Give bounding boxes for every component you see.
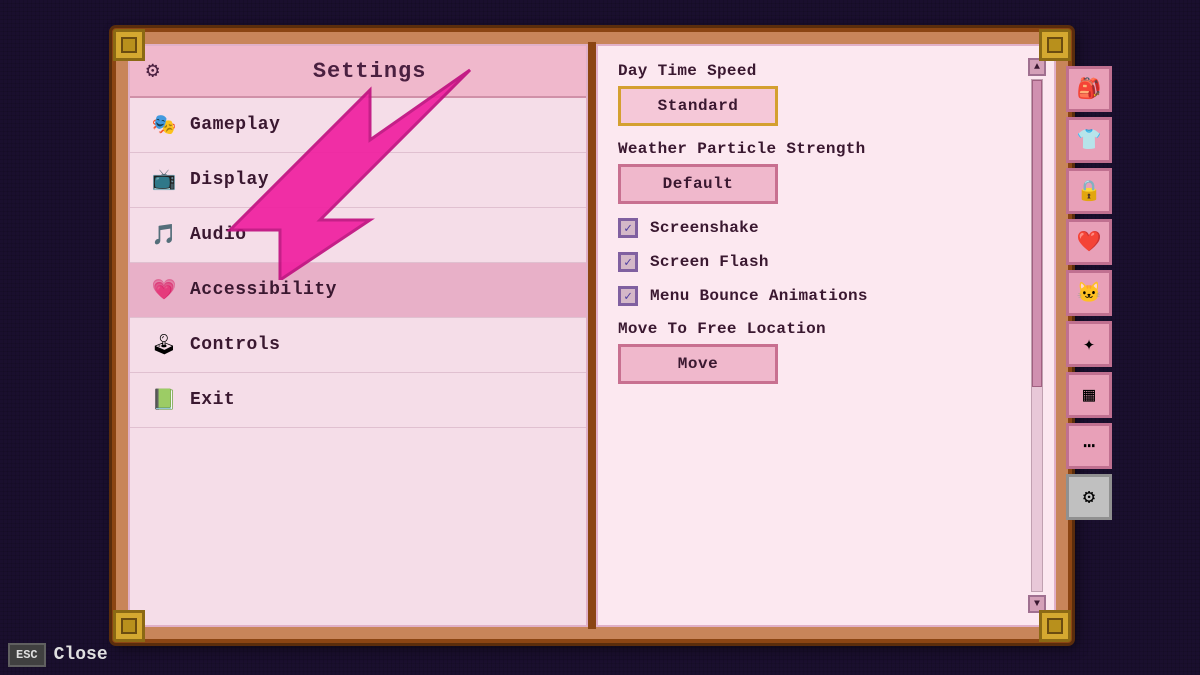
sidebar-icon-shirt[interactable]: 👕 [1066, 117, 1112, 163]
nav-item-display[interactable]: 📺 Display [130, 153, 586, 208]
scrollbar[interactable]: ▲ ▼ [1028, 58, 1046, 613]
esc-close-bar: ESC Close [8, 643, 108, 667]
setting-day-time-speed: Day Time Speed Standard [618, 62, 1034, 126]
checkbox-screenshake[interactable] [618, 218, 638, 238]
label-menu-bounce-animations: Menu Bounce Animations [650, 287, 868, 305]
settings-gear-icon: ⚙ [146, 58, 159, 84]
audio-icon: 🎵 [150, 222, 178, 248]
display-icon: 📺 [150, 167, 178, 193]
nav-list: 🎭 Gameplay 📺 Display 🎵 Audio 💗 Accessibi… [130, 98, 586, 428]
gameplay-label: Gameplay [190, 115, 280, 135]
label-screen-flash: Screen Flash [650, 253, 769, 271]
nav-item-exit[interactable]: 📗 Exit [130, 373, 586, 428]
controls-label: Controls [190, 335, 280, 355]
sidebar-icon-dots[interactable]: ⋯ [1066, 423, 1112, 469]
sidebar-icon-cat[interactable]: 🐱 [1066, 270, 1112, 316]
controls-icon: 🕹 [150, 332, 178, 358]
gameplay-icon: 🎭 [150, 112, 178, 138]
sidebar-icon-sparkle[interactable]: ✦ [1066, 321, 1112, 367]
audio-label: Audio [190, 225, 247, 245]
checkbox-menu-bounce-animations[interactable] [618, 286, 638, 306]
checkbox-screen-flash[interactable] [618, 252, 638, 272]
label-screenshake: Screenshake [650, 219, 759, 237]
nav-item-controls[interactable]: 🕹 Controls [130, 318, 586, 373]
nav-item-audio[interactable]: 🎵 Audio [130, 208, 586, 263]
esc-key[interactable]: ESC [8, 643, 46, 667]
button-day-time-speed[interactable]: Standard [618, 86, 778, 126]
corner-decoration-tl [113, 29, 145, 61]
sidebar-icon-backpack[interactable]: 🎒 [1066, 66, 1112, 112]
exit-label: Exit [190, 390, 235, 410]
scroll-thumb[interactable] [1032, 80, 1042, 387]
setting-screenshake: Screenshake [618, 218, 1034, 238]
nav-item-gameplay[interactable]: 🎭 Gameplay [130, 98, 586, 153]
close-label: Close [54, 645, 108, 665]
corner-decoration-br [1039, 610, 1071, 642]
setting-menu-bounce-animations: Menu Bounce Animations [618, 286, 1034, 306]
sidebar-icon-gear[interactable]: ⚙ [1066, 474, 1112, 520]
sidebar-icon-heart[interactable]: ❤️ [1066, 219, 1112, 265]
button-move-to-free-location[interactable]: Move [618, 344, 778, 384]
settings-header: ⚙ Settings [130, 46, 586, 98]
label-day-time-speed: Day Time Speed [618, 62, 1034, 80]
settings-title: Settings [169, 59, 570, 84]
display-label: Display [190, 170, 269, 190]
label-move-to-free-location: Move To Free Location [618, 320, 1034, 338]
left-page: ⚙ Settings 🎭 Gameplay 📺 Display 🎵 Audio … [128, 44, 588, 627]
scroll-track [1031, 79, 1043, 592]
accessibility-icon: 💗 [150, 277, 178, 303]
settings-content: Day Time Speed Standard Weather Particle… [598, 46, 1054, 625]
setting-screen-flash: Screen Flash [618, 252, 1034, 272]
button-weather-particle-strength[interactable]: Default [618, 164, 778, 204]
right-page: Day Time Speed Standard Weather Particle… [596, 44, 1056, 627]
sidebar-icon-lock[interactable]: 🔒 [1066, 168, 1112, 214]
accessibility-label: Accessibility [190, 280, 337, 300]
exit-icon: 📗 [150, 387, 178, 413]
label-weather-particle-strength: Weather Particle Strength [618, 140, 1034, 158]
setting-move-to-free-location: Move To Free Location Move [618, 320, 1034, 384]
corner-decoration-bl [113, 610, 145, 642]
corner-decoration-tr [1039, 29, 1071, 61]
sidebar-icon-map[interactable]: ▦ [1066, 372, 1112, 418]
right-sidebar: 🎒 👕 🔒 ❤️ 🐱 ✦ ▦ ⋯ ⚙ [1066, 66, 1112, 520]
settings-book: ⚙ Settings 🎭 Gameplay 📺 Display 🎵 Audio … [112, 28, 1072, 643]
nav-item-accessibility[interactable]: 💗 Accessibility [130, 263, 586, 318]
setting-weather-particle-strength: Weather Particle Strength Default [618, 140, 1034, 204]
